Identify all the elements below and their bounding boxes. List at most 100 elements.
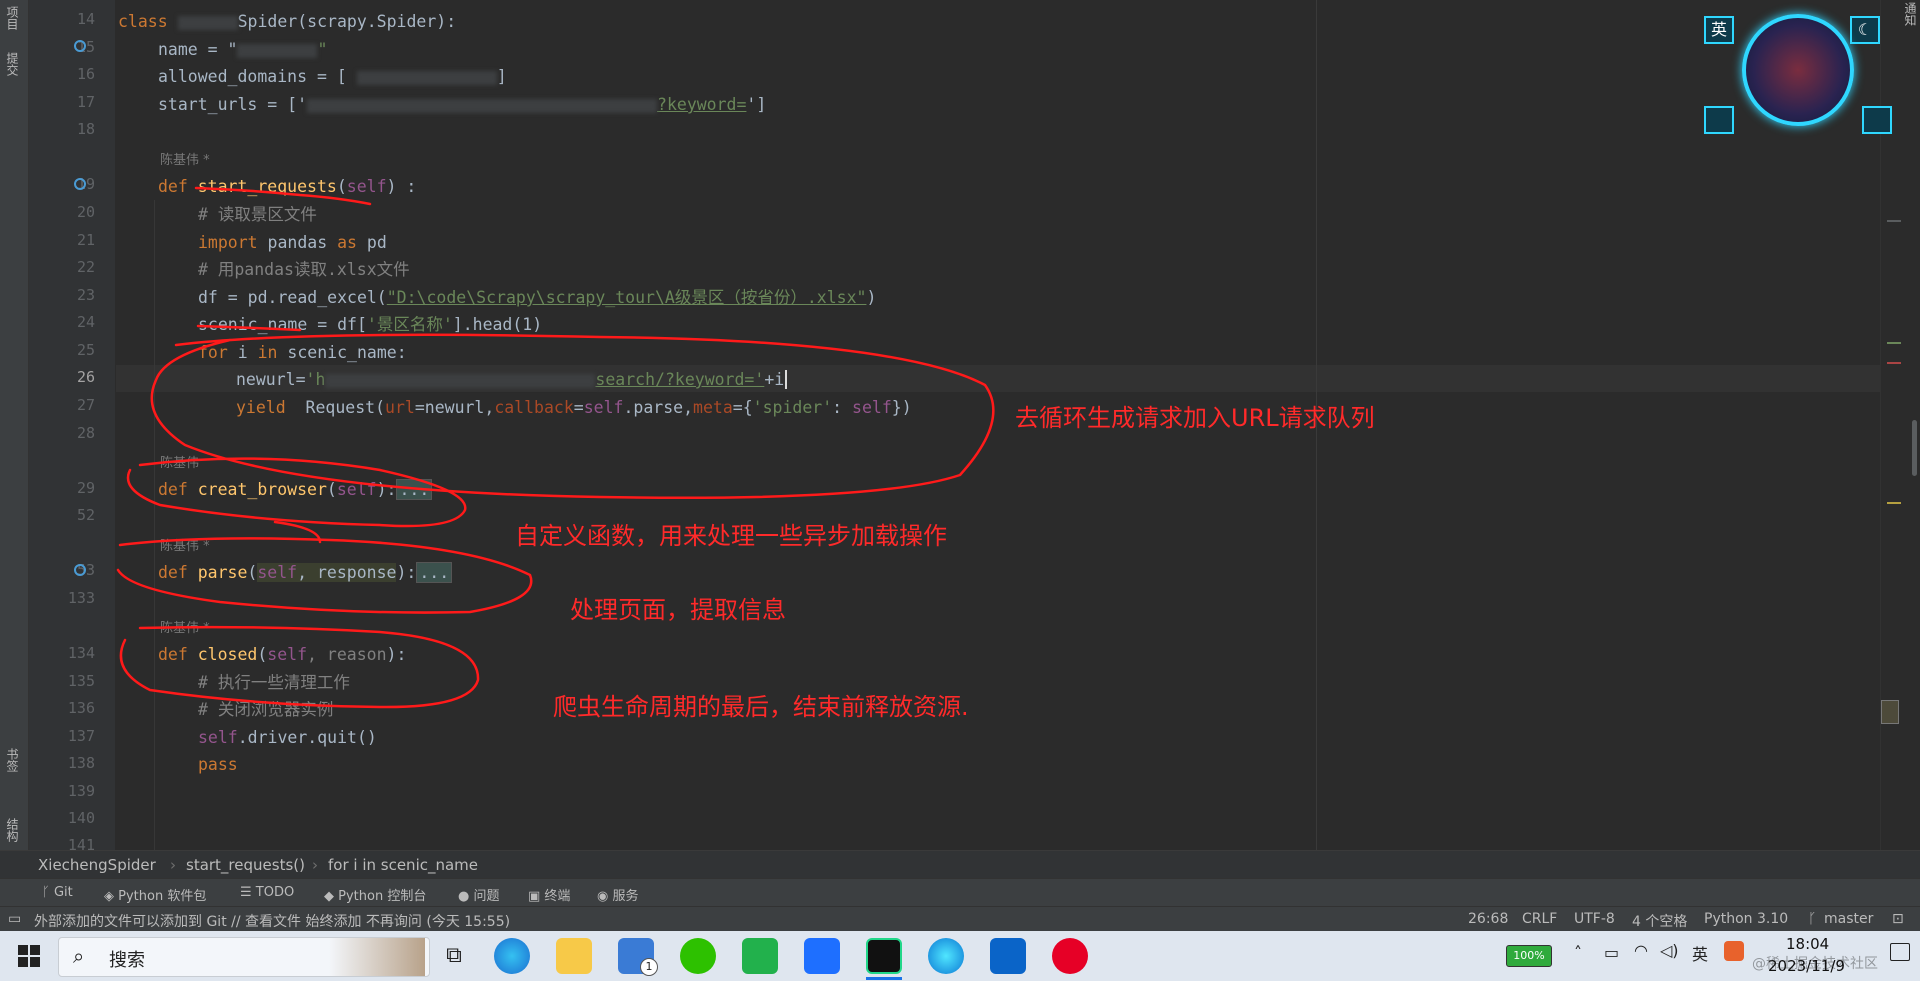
git-tab[interactable]: ᚴ Git [42, 885, 73, 900]
author-hint[interactable]: 陈基伟 * [160, 147, 210, 174]
avatar-badge[interactable] [1742, 14, 1854, 126]
override-marker-icon[interactable] [74, 178, 86, 190]
indent-setting[interactable]: 4 个空格 [1632, 911, 1687, 931]
terminal-tab[interactable]: ▣ 终端 [528, 885, 570, 904]
todo-tab[interactable]: ☰ TODO [240, 885, 294, 900]
commit-tab[interactable]: 提交 [4, 52, 21, 76]
keyword-def: def [158, 645, 198, 664]
scroll-thumb[interactable] [1912, 420, 1917, 476]
clock-time[interactable]: 18:04 [1786, 935, 1829, 953]
git-branch[interactable]: master [1824, 911, 1873, 927]
python-console-tab[interactable]: ◆ Python 控制台 [324, 885, 426, 904]
code-text: ) [866, 288, 877, 307]
edge-browser-icon[interactable] [494, 938, 530, 974]
services-tab[interactable]: ◉ 服务 [597, 885, 639, 904]
cloud-app-icon[interactable] [804, 938, 840, 974]
windows-start-icon[interactable] [18, 945, 40, 967]
edge-dev-icon[interactable] [928, 938, 964, 974]
folded-code-button[interactable]: ... [396, 479, 433, 500]
chevron-up-icon[interactable]: ˄ [1574, 943, 1582, 962]
notification-center-icon[interactable] [1890, 943, 1910, 961]
file-encoding[interactable]: UTF-8 [1574, 911, 1615, 927]
moon-icon[interactable]: ☾ [1850, 16, 1880, 44]
self-param: self [583, 398, 624, 417]
wechat-icon[interactable] [680, 938, 716, 974]
note-app-icon[interactable] [742, 938, 778, 974]
shirt-icon[interactable] [1862, 106, 1892, 134]
status-window-icon[interactable]: ▭ [8, 911, 21, 927]
python-packages-tab[interactable]: ◈ Python 软件包 [104, 885, 206, 904]
keyword-arg: callback [494, 398, 574, 417]
author-hint[interactable]: 陈基伟 * [160, 533, 210, 560]
folded-code-button[interactable]: ... [416, 562, 453, 583]
marker [1881, 700, 1899, 724]
line-number-gutter[interactable]: 14 15 16 17 18 19 20 21 22 23 24 25 26 2… [29, 0, 168, 854]
line-number: 52 [76, 506, 95, 524]
code-text: " [317, 40, 328, 59]
outlook-icon[interactable] [990, 938, 1026, 974]
code-line-29: def creat_browser(self):... [158, 476, 433, 503]
ime-indicator[interactable]: 英 [1692, 941, 1708, 965]
todo-label: TODO [255, 885, 295, 900]
project-tab[interactable]: 项目 [4, 6, 21, 30]
lock-icon[interactable]: ⊡ [1892, 911, 1904, 927]
pycharm-icon[interactable] [866, 938, 902, 974]
keyword-class: class [118, 12, 168, 31]
breadcrumb-item[interactable]: XiechengSpider [38, 856, 156, 874]
code-text: df = pd.read_excel( [198, 288, 387, 307]
author-hint[interactable]: 陈基伟 * [160, 615, 210, 642]
cursor-position[interactable]: 26:68 [1468, 911, 1508, 927]
netease-music-icon[interactable] [1052, 938, 1088, 974]
bookmarks-tab[interactable]: 书签 [4, 748, 21, 772]
task-view-icon[interactable]: ⧉ [436, 938, 472, 974]
battery-icon[interactable]: ▭ [1604, 943, 1619, 962]
author-hint[interactable]: 陈基伟 [160, 450, 199, 477]
code-text: ] [496, 67, 507, 86]
line-number: 23 [76, 286, 95, 304]
line-number: 22 [76, 258, 95, 276]
code-text: ( [247, 563, 258, 582]
self-param: self [198, 728, 238, 747]
line-number: 133 [67, 589, 95, 607]
code-text: .parse, [623, 398, 694, 417]
override-marker-icon[interactable] [74, 40, 86, 52]
problems-tab[interactable]: ● 问题 [458, 885, 500, 904]
code-line-21: import pandas as pd [198, 229, 387, 256]
desktop-widget[interactable]: 英 ☾ [1702, 14, 1892, 138]
mail-icon[interactable]: 1 [618, 938, 658, 976]
battery-indicator[interactable]: 100% [1506, 945, 1552, 967]
breadcrumb-item[interactable]: for i in scenic_name [328, 856, 478, 874]
wifi-icon[interactable]: ◠ [1634, 941, 1648, 960]
code-line-134: def closed(self, reason): [158, 641, 406, 668]
code-text: '] [746, 95, 767, 114]
code-editor[interactable] [116, 0, 1880, 850]
code-line-19: def start_requests(self) : [158, 173, 416, 200]
line-number: 19 [76, 175, 95, 193]
redacted-text [177, 15, 238, 30]
class-decl: Spider(scrapy.Spider): [237, 12, 457, 31]
code-line-53: def parse(self, response):... [158, 559, 453, 586]
keyword-def: def [158, 480, 198, 499]
branch-icon: ᚴ [42, 885, 54, 900]
line-number: 28 [76, 424, 95, 442]
line-separator[interactable]: CRLF [1522, 911, 1557, 927]
line-number: 135 [67, 672, 95, 690]
code-text: , reason [307, 645, 387, 664]
keyword-def: def [158, 563, 198, 582]
line-number: 18 [76, 120, 95, 138]
notifications-tab[interactable]: 通知 [1902, 2, 1919, 26]
speaker-icon[interactable]: ◁) [1660, 941, 1679, 960]
structure-tab[interactable]: 结构 [4, 818, 21, 842]
python-icon: ◆ [324, 889, 339, 904]
taskbar-search-box[interactable]: ⌕ 搜索 [58, 937, 430, 977]
status-message[interactable]: 外部添加的文件可以添加到 Git // 查看文件 始终添加 不再询问 (今天 1… [34, 911, 510, 931]
override-marker-icon[interactable] [74, 564, 86, 576]
file-explorer-icon[interactable] [556, 938, 592, 974]
sogou-ime-icon[interactable] [1724, 941, 1744, 961]
python-interpreter[interactable]: Python 3.10 [1704, 911, 1788, 927]
lang-button[interactable]: 英 [1704, 16, 1734, 44]
code-line-20: # 读取景区文件 [198, 205, 317, 224]
tool-icon[interactable] [1704, 106, 1734, 134]
breadcrumb-item[interactable]: start_requests() [186, 856, 305, 874]
problems-label: 问题 [473, 889, 500, 904]
